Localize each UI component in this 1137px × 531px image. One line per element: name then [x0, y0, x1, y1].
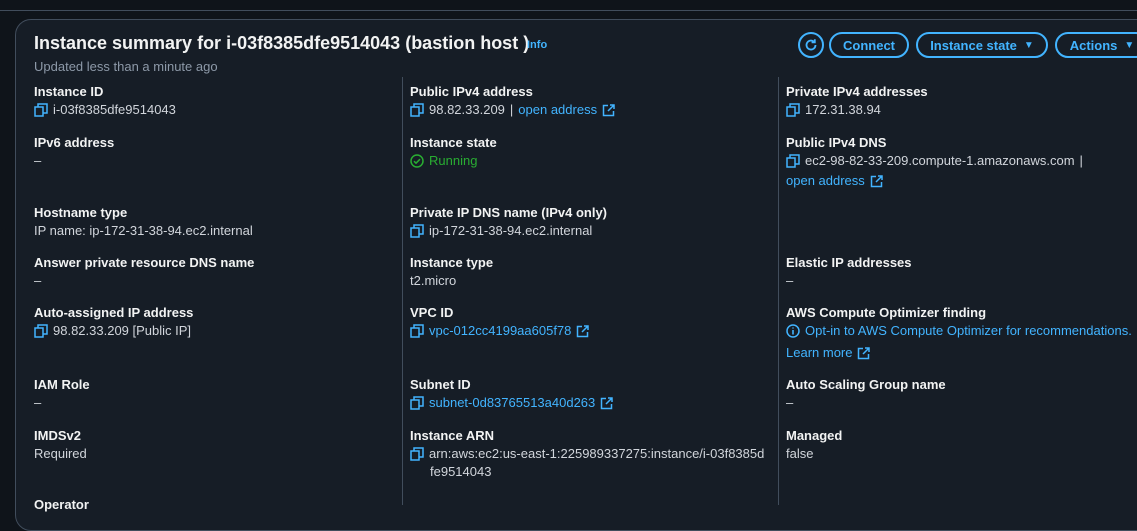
refresh-button[interactable] [798, 32, 824, 58]
field-label: AWS Compute Optimizer finding [786, 305, 987, 320]
iam-role-value: – [34, 395, 42, 410]
field-label: Public IPv4 address [410, 84, 533, 99]
field-label: Instance ARN [410, 428, 495, 443]
vpc-id-link[interactable]: vpc-012cc4199aa605f78 [429, 322, 571, 340]
field-auto-ip: Auto-assigned IP address 98.82.33.209 [P… [34, 304, 193, 340]
elastic-ip-value: – [786, 273, 794, 288]
info-link[interactable]: Info [527, 39, 547, 51]
learn-more-link[interactable]: Learn more [786, 344, 852, 362]
field-subnet-id: Subnet ID subnet-0d83765513a40d263 [410, 376, 614, 412]
page-title: Instance summary for i-03f8385dfe9514043… [34, 33, 530, 53]
field-public-ipv4: Public IPv4 address 98.82.33.209 | open … [410, 83, 615, 119]
actions-dropdown[interactable]: Actions ▼ [1055, 32, 1137, 58]
instance-state-dropdown[interactable]: Instance state ▼ [916, 32, 1048, 58]
caret-down-icon: ▼ [1124, 39, 1135, 51]
instance-arn-value-cont: fe9514043 [430, 464, 492, 479]
caret-down-icon: ▼ [1023, 39, 1034, 51]
subnet-id-link[interactable]: subnet-0d83765513a40d263 [429, 394, 595, 412]
field-instance-id: Instance ID i-03f8385dfe9514043 [34, 83, 176, 119]
info-circle-icon [786, 324, 800, 338]
field-compute-optimizer: AWS Compute Optimizer finding Opt-in to … [786, 304, 1132, 362]
field-label: Private IPv4 addresses [786, 84, 928, 99]
public-ipv4-value: 98.82.33.209 [429, 102, 505, 117]
field-label: Instance type [410, 255, 494, 270]
private-ipv4-value: 172.31.38.94 [805, 102, 881, 117]
field-label: Managed [786, 428, 843, 443]
column-divider [778, 77, 779, 505]
field-label: Public IPv4 DNS [786, 135, 887, 150]
actions-label: Actions [1069, 37, 1118, 53]
instance-type-value: t2.micro [410, 273, 457, 288]
copy-icon[interactable] [410, 447, 424, 461]
field-public-dns: Public IPv4 DNS ec2-98-82-33-209.compute… [786, 134, 1083, 190]
field-ipv6: IPv6 address – [34, 134, 114, 170]
field-label: IAM Role [34, 377, 90, 392]
external-link-icon[interactable] [857, 346, 871, 360]
auto-ip-value: 98.82.33.209 [Public IP] [53, 323, 192, 338]
ipv6-value: – [34, 153, 42, 168]
instance-arn-value: arn:aws:ec2:us-east-1:225989337275:insta… [429, 446, 765, 461]
field-instance-arn: Instance ARN arn:aws:ec2:us-east-1:22598… [410, 427, 764, 481]
open-address-link[interactable]: open address [786, 172, 865, 190]
field-label: IMDSv2 [34, 428, 81, 443]
external-link-icon[interactable] [602, 103, 615, 117]
instance-id-value: i-03f8385dfe9514043 [53, 102, 176, 117]
updated-timestamp: Updated less than a minute ago [34, 59, 218, 74]
external-link-icon[interactable] [576, 324, 590, 338]
asg-value: – [786, 395, 794, 410]
copy-icon[interactable] [410, 324, 424, 338]
external-link-icon[interactable] [870, 174, 883, 188]
external-link-icon[interactable] [600, 396, 614, 410]
field-private-dns: Private IP DNS name (IPv4 only) ip-172-3… [410, 204, 607, 240]
managed-value: false [786, 446, 814, 461]
copy-icon[interactable] [34, 324, 48, 338]
field-label: Auto Scaling Group name [786, 377, 946, 392]
open-address-link[interactable]: open address [518, 101, 597, 119]
field-elastic-ip: Elastic IP addresses – [786, 254, 912, 290]
connect-label: Connect [843, 37, 895, 53]
field-asg-name: Auto Scaling Group name – [786, 376, 946, 412]
field-label: Elastic IP addresses [786, 255, 912, 270]
public-dns-value: ec2-98-82-33-209.compute-1.amazonaws.com [805, 153, 1075, 168]
field-label: VPC ID [410, 305, 454, 320]
field-private-ipv4: Private IPv4 addresses 172.31.38.94 [786, 83, 928, 119]
answer-dns-value: – [34, 273, 42, 288]
private-dns-value: ip-172-31-38-94.ec2.internal [429, 223, 593, 238]
field-label: Auto-assigned IP address [34, 305, 194, 320]
top-divider [0, 10, 1137, 11]
status-success-icon [410, 154, 424, 168]
hostname-type-value: IP name: ip-172-31-38-94.ec2.internal [34, 223, 253, 238]
copy-icon[interactable] [786, 103, 800, 117]
field-iam-role: IAM Role – [34, 376, 90, 412]
column-divider [402, 77, 403, 505]
field-label: IPv6 address [34, 135, 115, 150]
copy-icon[interactable] [786, 154, 800, 168]
field-label: Private IP DNS name (IPv4 only) [410, 205, 607, 220]
field-imdsv2: IMDSv2 Required [34, 427, 87, 463]
optimizer-opt-in-link[interactable]: Opt-in to AWS Compute Optimizer for reco… [805, 322, 1132, 340]
copy-icon[interactable] [410, 103, 424, 117]
field-label: Answer private resource DNS name [34, 255, 255, 270]
imdsv2-value: Required [34, 446, 87, 461]
field-instance-type: Instance type t2.micro [410, 254, 493, 290]
separator: | [509, 102, 514, 117]
field-label: Instance ID [34, 84, 104, 99]
copy-icon[interactable] [410, 224, 424, 238]
copy-icon[interactable] [34, 103, 48, 117]
separator: | [1079, 153, 1083, 168]
instance-state-value: Running [429, 153, 478, 168]
field-vpc-id: VPC ID vpc-012cc4199aa605f78 [410, 304, 590, 340]
connect-button[interactable]: Connect [829, 32, 909, 58]
field-label: Hostname type [34, 205, 128, 220]
field-label: Instance state [410, 135, 497, 150]
instance-state-label: Instance state [930, 37, 1017, 53]
field-instance-state: Instance state Running [410, 134, 497, 170]
copy-icon[interactable] [410, 396, 424, 410]
field-answer-dns: Answer private resource DNS name – [34, 254, 254, 290]
refresh-icon [804, 38, 818, 52]
field-label: Subnet ID [410, 377, 471, 392]
field-hostname-type: Hostname type IP name: ip-172-31-38-94.e… [34, 204, 253, 240]
field-managed: Managed false [786, 427, 842, 463]
